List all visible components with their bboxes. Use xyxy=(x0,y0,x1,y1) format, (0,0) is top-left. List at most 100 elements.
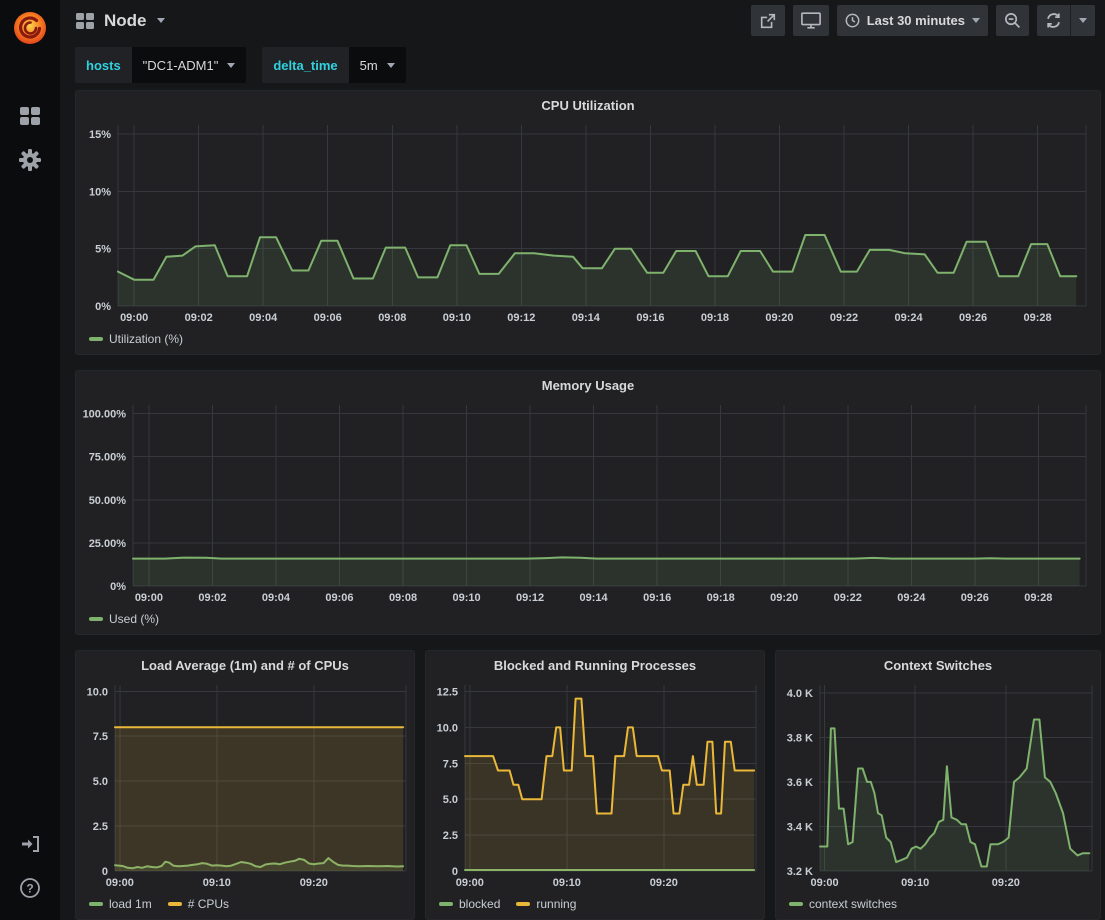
legend-item[interactable]: Used (%) xyxy=(89,612,159,626)
sidebar-item-sign-in[interactable] xyxy=(0,822,60,866)
svg-text:09:16: 09:16 xyxy=(643,592,671,604)
sidebar-menu-bottom: ? xyxy=(0,822,60,910)
svg-text:09:02: 09:02 xyxy=(185,312,213,324)
share-button[interactable] xyxy=(751,5,785,36)
svg-text:09:12: 09:12 xyxy=(507,312,535,324)
svg-text:09:26: 09:26 xyxy=(959,312,987,324)
memory-usage-chart[interactable]: 0%25.00%50.00%75.00%100.00%09:0009:0209:… xyxy=(76,399,1100,608)
svg-text:0%: 0% xyxy=(95,301,111,313)
legend-item[interactable]: running xyxy=(516,897,576,911)
main-area: Node xyxy=(60,0,1105,920)
blocked-running-chart[interactable]: 02.55.07.510.012.509:0009:1009:20 xyxy=(426,679,764,893)
share-icon xyxy=(759,12,777,30)
svg-text:09:18: 09:18 xyxy=(701,312,729,324)
panel-title[interactable]: Load Average (1m) and # of CPUs xyxy=(76,651,414,679)
svg-text:25.00%: 25.00% xyxy=(89,538,127,550)
panel-title[interactable]: Memory Usage xyxy=(76,371,1100,399)
dashboard-grid: CPU Utilization 0%5%10%15%09:0009:0209:0… xyxy=(60,83,1105,920)
dashboards-grid-icon xyxy=(20,107,40,125)
sign-in-icon xyxy=(19,834,41,854)
legend-item[interactable]: Utilization (%) xyxy=(89,332,183,346)
magnifier-minus-icon xyxy=(1004,12,1021,29)
legend-swatch xyxy=(168,902,182,906)
panel-load-average: Load Average (1m) and # of CPUs 02.55.07… xyxy=(75,650,415,920)
app-root: ? Node xyxy=(0,0,1105,920)
svg-text:0%: 0% xyxy=(110,581,126,593)
legend-label: # CPUs xyxy=(188,897,229,911)
svg-text:3.8 K: 3.8 K xyxy=(787,732,813,744)
help-icon: ? xyxy=(19,877,41,899)
cpu-utilization-chart[interactable]: 0%5%10%15%09:0009:0209:0409:0609:0809:10… xyxy=(76,119,1100,328)
variable-delta-time: delta_time 5m xyxy=(262,47,405,83)
legend: blocked running xyxy=(426,893,764,919)
legend-label: context switches xyxy=(809,897,897,911)
legend-item[interactable]: context switches xyxy=(789,897,897,911)
svg-text:09:16: 09:16 xyxy=(636,312,664,324)
sidebar-item-configuration[interactable] xyxy=(0,138,60,182)
svg-text:50.00%: 50.00% xyxy=(89,495,127,507)
dashboard-title-button[interactable]: Node xyxy=(76,11,165,31)
svg-text:09:10: 09:10 xyxy=(443,312,471,324)
panel-cpu-utilization: CPU Utilization 0%5%10%15%09:0009:0209:0… xyxy=(75,90,1101,355)
sidebar-item-help[interactable]: ? xyxy=(0,866,60,910)
chevron-down-icon xyxy=(157,18,165,23)
svg-text:5.0: 5.0 xyxy=(443,794,458,806)
apps-grid-icon xyxy=(76,13,94,29)
variables-row: hosts "DC1-ADM1" delta_time 5m xyxy=(60,41,1105,83)
svg-text:09:08: 09:08 xyxy=(389,592,417,604)
variable-value: "DC1-ADM1" xyxy=(143,58,219,73)
svg-text:09:18: 09:18 xyxy=(707,592,735,604)
variable-label: delta_time xyxy=(262,47,348,83)
svg-text:2.5: 2.5 xyxy=(443,830,458,842)
svg-text:09:08: 09:08 xyxy=(378,312,406,324)
zoom-out-button[interactable] xyxy=(996,5,1029,36)
legend-item[interactable]: blocked xyxy=(439,897,500,911)
svg-text:4.0 K: 4.0 K xyxy=(787,688,813,700)
refresh-button-group xyxy=(1037,5,1095,36)
panel-context-switches: Context Switches 3.2 K3.4 K3.6 K3.8 K4.0… xyxy=(775,650,1101,920)
svg-text:15%: 15% xyxy=(89,129,111,141)
legend-label: Utilization (%) xyxy=(109,332,183,346)
panel-title[interactable]: Blocked and Running Processes xyxy=(426,651,764,679)
monitor-icon xyxy=(801,12,821,29)
svg-text:75.00%: 75.00% xyxy=(89,452,127,464)
time-range-picker[interactable]: Last 30 minutes xyxy=(837,5,988,36)
refresh-button[interactable] xyxy=(1037,5,1071,36)
chevron-down-icon xyxy=(1079,18,1087,23)
clock-icon xyxy=(845,13,860,28)
variable-value-dropdown[interactable]: 5m xyxy=(349,47,406,83)
svg-text:10.0: 10.0 xyxy=(87,686,108,698)
legend: Used (%) xyxy=(76,608,1100,634)
legend-item[interactable]: # CPUs xyxy=(168,897,229,911)
svg-text:09:26: 09:26 xyxy=(961,592,989,604)
svg-text:09:24: 09:24 xyxy=(894,312,923,324)
cycle-view-button[interactable] xyxy=(793,5,829,36)
legend-swatch xyxy=(439,902,453,906)
svg-text:09:28: 09:28 xyxy=(1024,312,1052,324)
svg-text:09:00: 09:00 xyxy=(135,592,163,604)
panel-title[interactable]: Context Switches xyxy=(776,651,1100,679)
variable-value-dropdown[interactable]: "DC1-ADM1" xyxy=(132,47,247,83)
svg-text:09:04: 09:04 xyxy=(262,592,291,604)
svg-text:2.5: 2.5 xyxy=(93,821,108,833)
svg-text:09:02: 09:02 xyxy=(198,592,226,604)
svg-text:3.6 K: 3.6 K xyxy=(787,777,813,789)
svg-text:5.0: 5.0 xyxy=(93,776,108,788)
legend: load 1m # CPUs xyxy=(76,893,414,919)
sidebar: ? xyxy=(0,0,60,920)
chevron-down-icon xyxy=(972,18,980,23)
context-switches-chart[interactable]: 3.2 K3.4 K3.6 K3.8 K4.0 K09:0009:1009:20 xyxy=(776,679,1100,893)
refresh-interval-dropdown[interactable] xyxy=(1071,5,1095,36)
grafana-logo[interactable] xyxy=(10,8,50,48)
sidebar-item-dashboards[interactable] xyxy=(0,94,60,138)
svg-text:09:20: 09:20 xyxy=(770,592,798,604)
legend-item[interactable]: load 1m xyxy=(89,897,152,911)
panel-title[interactable]: CPU Utilization xyxy=(76,91,1100,119)
svg-text:09:10: 09:10 xyxy=(203,877,231,889)
svg-text:09:20: 09:20 xyxy=(650,877,678,889)
svg-text:10%: 10% xyxy=(89,186,111,198)
load-average-chart[interactable]: 02.55.07.510.009:0009:1009:20 xyxy=(76,679,414,893)
svg-text:7.5: 7.5 xyxy=(93,731,108,743)
refresh-icon xyxy=(1045,12,1062,29)
svg-text:09:00: 09:00 xyxy=(106,877,134,889)
